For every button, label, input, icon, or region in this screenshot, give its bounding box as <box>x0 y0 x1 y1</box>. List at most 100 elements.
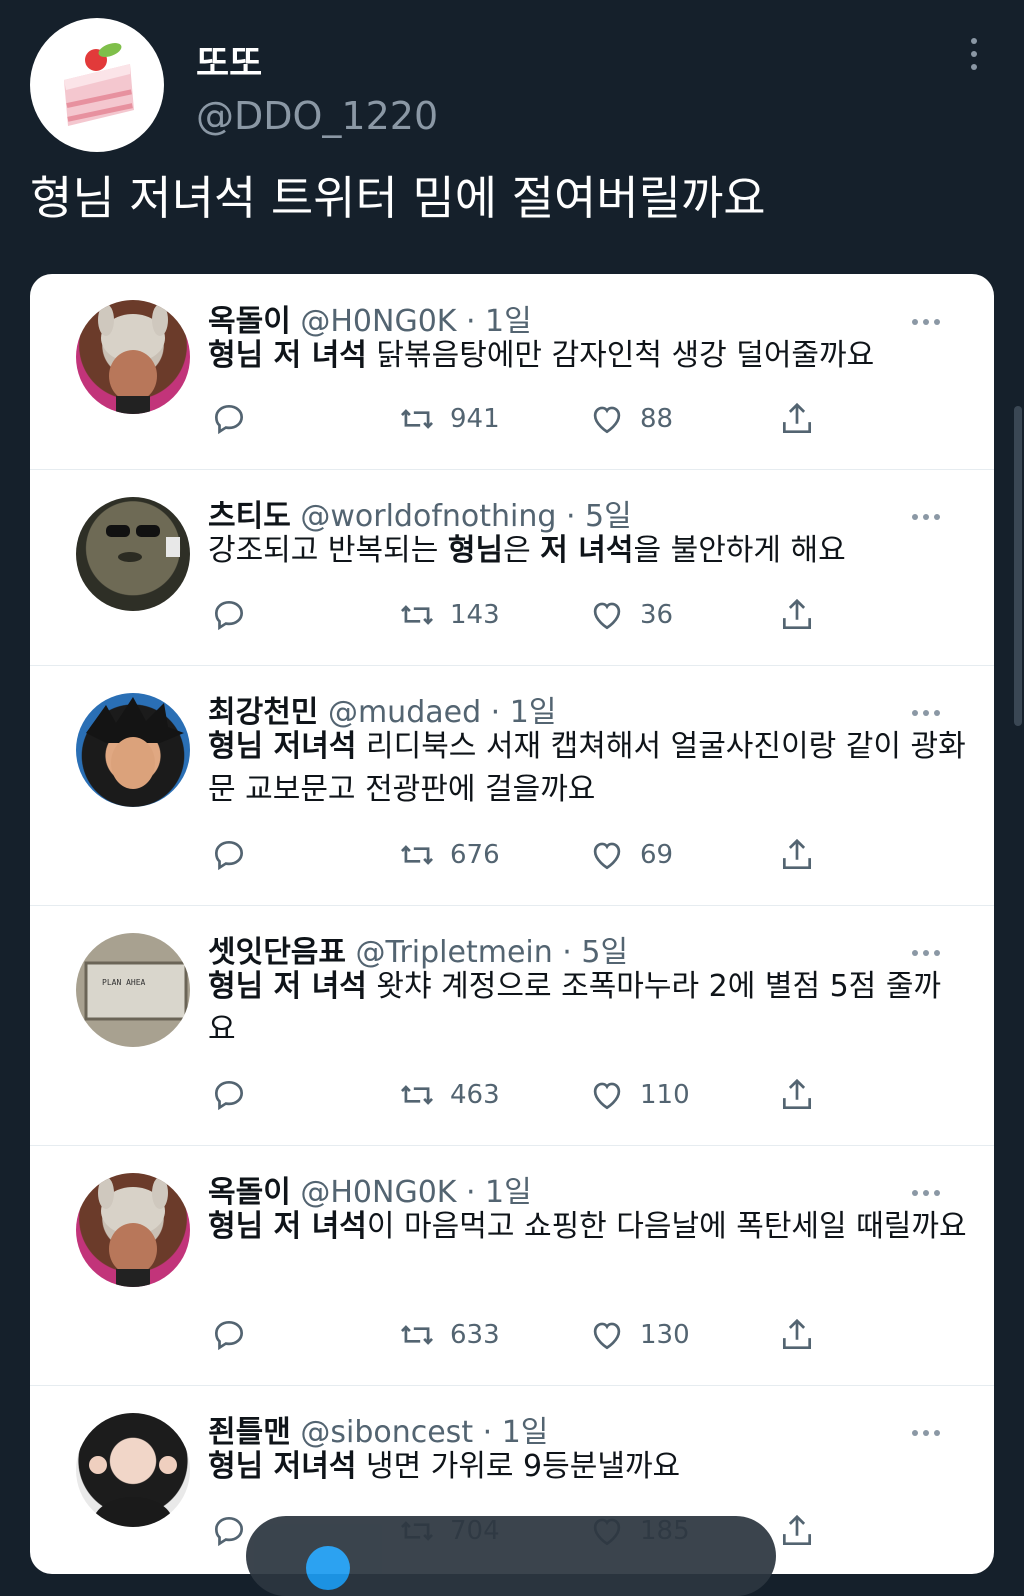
retweet-button[interactable]: 463 <box>398 1075 500 1115</box>
more-horizontal-icon[interactable] <box>912 1181 946 1196</box>
tweet-body-text: 은 <box>503 533 541 568</box>
sunglasses-face-icon <box>106 525 180 562</box>
tweet-actions: 676 69 <box>208 835 968 875</box>
share-button[interactable] <box>778 1315 816 1355</box>
reply-icon <box>214 1516 244 1547</box>
heart-icon <box>593 602 621 630</box>
retweet-icon <box>401 409 433 429</box>
avatar[interactable] <box>76 1413 190 1527</box>
share-button[interactable] <box>778 835 816 875</box>
more-horizontal-icon[interactable] <box>912 701 946 716</box>
avatar[interactable] <box>76 497 190 611</box>
retweet-count: 941 <box>450 404 500 434</box>
more-horizontal-icon[interactable] <box>912 310 946 325</box>
retweet-icon <box>401 1325 433 1345</box>
cake-avatar-icon <box>64 43 134 126</box>
tweet-body: 형님 저녀석 냉면 가위로 9등분낼까요 <box>208 1445 968 1488</box>
like-count: 130 <box>640 1320 690 1350</box>
avatar[interactable] <box>30 18 164 152</box>
tweet-body-bold: 형님 저 녀석 <box>208 1209 367 1244</box>
like-button[interactable]: 69 <box>588 835 673 875</box>
tweet-item[interactable]: 옥돌이 @H0NG0K · 1일 형님 저 녀석 닭볶음탕에만 감자인척 생강 … <box>30 274 994 470</box>
tweet-body: 형님 저녀석 리디북스 서재 캡쳐해서 얼굴사진이랑 같이 광화문 교보문고 전… <box>208 725 968 811</box>
tweet-item[interactable]: PLAN AHEA 셋잇단음표 @Tripletmein · 5일 형님 저 녀… <box>30 905 994 1146</box>
person-photo-icon <box>89 1456 177 1527</box>
tweet-body: 형님 저 녀석 왓챠 계정으로 조폭마누라 2에 별점 5점 줄까요 <box>208 965 968 1051</box>
bunny-hat-icon <box>98 304 168 414</box>
share-icon <box>782 838 812 870</box>
share-button[interactable] <box>778 399 816 439</box>
reply-icon <box>214 404 244 435</box>
tweet-body-bold: 형님 저 녀석 <box>208 338 367 373</box>
like-count: 110 <box>640 1080 690 1110</box>
reply-icon <box>214 840 244 871</box>
retweet-button[interactable]: 633 <box>398 1315 500 1355</box>
reply-icon <box>214 1080 244 1111</box>
retweet-icon <box>401 1085 433 1105</box>
avatar[interactable] <box>76 693 190 807</box>
more-horizontal-icon[interactable] <box>912 941 946 956</box>
user-handle[interactable]: @DDO_1220 <box>196 94 438 138</box>
post-header: 또또 @DDO_1220 <box>0 0 1024 160</box>
tweet-item[interactable]: 옥돌이 @H0NG0K · 1일 형님 저 녀석이 마음먹고 쇼핑한 다음날에 … <box>30 1145 994 1386</box>
tweet-body-text: 을 불안하게 해요 <box>633 533 846 568</box>
retweet-count: 676 <box>450 840 500 870</box>
retweet-button[interactable]: 941 <box>398 399 500 439</box>
tweet-item[interactable]: 츠티도 @worldofnothing · 5일 강조되고 반복되는 형님은 저… <box>30 469 994 666</box>
share-button[interactable] <box>778 1075 816 1115</box>
share-icon <box>782 402 812 434</box>
share-icon <box>782 598 812 630</box>
more-horizontal-icon[interactable] <box>912 505 946 520</box>
heart-icon <box>593 1322 621 1350</box>
like-button[interactable]: 88 <box>588 399 673 439</box>
tweet-item[interactable]: 최강천민 @mudaed · 1일 형님 저녀석 리디북스 서재 캡쳐해서 얼굴… <box>30 665 994 906</box>
heart-icon <box>593 842 621 870</box>
tweet-actions: 941 88 <box>208 399 968 439</box>
tweet-actions: 633 130 <box>208 1315 968 1355</box>
display-name[interactable]: 또또 <box>196 34 262 86</box>
like-count: 88 <box>640 404 674 434</box>
like-button[interactable]: 130 <box>588 1315 690 1355</box>
retweet-count: 633 <box>450 1320 500 1350</box>
like-button[interactable]: 110 <box>588 1075 690 1115</box>
tweet-body-text: 강조되고 반복되는 <box>208 533 448 568</box>
reply-button[interactable] <box>210 399 248 439</box>
bunny-hat-icon <box>98 1177 168 1287</box>
sign-photo-icon: PLAN AHEA <box>84 961 188 1021</box>
reply-button[interactable] <box>210 1511 248 1551</box>
retweet-button[interactable]: 676 <box>398 835 500 875</box>
more-vertical-icon[interactable] <box>962 38 986 82</box>
share-icon <box>782 1514 812 1546</box>
tweet-body: 강조되고 반복되는 형님은 저 녀석을 불안하게 해요 <box>208 529 968 572</box>
reply-button[interactable] <box>210 1315 248 1355</box>
share-button[interactable] <box>778 1511 816 1551</box>
tweet-body-text: 냉면 가위로 9등분낼까요 <box>356 1449 681 1484</box>
like-count: 36 <box>640 600 674 630</box>
avatar[interactable] <box>76 1173 190 1287</box>
heart-icon <box>593 406 621 434</box>
reply-button[interactable] <box>210 1075 248 1115</box>
tweet-body: 형님 저 녀석이 마음먹고 쇼핑한 다음날에 폭탄세일 때릴까요 <box>208 1205 968 1248</box>
like-count: 69 <box>640 840 674 870</box>
avatar[interactable] <box>76 300 190 414</box>
tweet-body-text: 이 마음먹고 쇼핑한 다음날에 폭탄세일 때릴까요 <box>366 1209 967 1244</box>
share-button[interactable] <box>778 595 816 635</box>
scrollbar[interactable] <box>1014 406 1022 726</box>
retweet-button[interactable]: 143 <box>398 595 500 635</box>
reply-button[interactable] <box>210 835 248 875</box>
svg-text:PLAN AHEA: PLAN AHEA <box>102 978 146 987</box>
tweet-actions: 143 36 <box>208 595 968 635</box>
tweet-body: 형님 저 녀석 닭볶음탕에만 감자인척 생강 덜어줄까요 <box>208 334 968 377</box>
tweet-body-bold: 형님 저녀석 <box>208 1449 357 1484</box>
reply-button[interactable] <box>210 595 248 635</box>
bottom-overlay-bar[interactable] <box>246 1516 776 1596</box>
tweet-actions: 463 110 <box>208 1075 968 1115</box>
retweet-count: 463 <box>450 1080 500 1110</box>
more-horizontal-icon[interactable] <box>912 1421 946 1436</box>
like-button[interactable]: 36 <box>588 595 673 635</box>
heart-icon <box>593 1082 621 1110</box>
overlay-avatar-icon <box>306 1546 350 1590</box>
tweet-list-card: 옥돌이 @H0NG0K · 1일 형님 저 녀석 닭볶음탕에만 감자인척 생강 … <box>30 274 994 1574</box>
tweet-body-text: 닭볶음탕에만 감자인척 생강 덜어줄까요 <box>366 338 875 373</box>
avatar[interactable]: PLAN AHEA <box>76 933 190 1047</box>
